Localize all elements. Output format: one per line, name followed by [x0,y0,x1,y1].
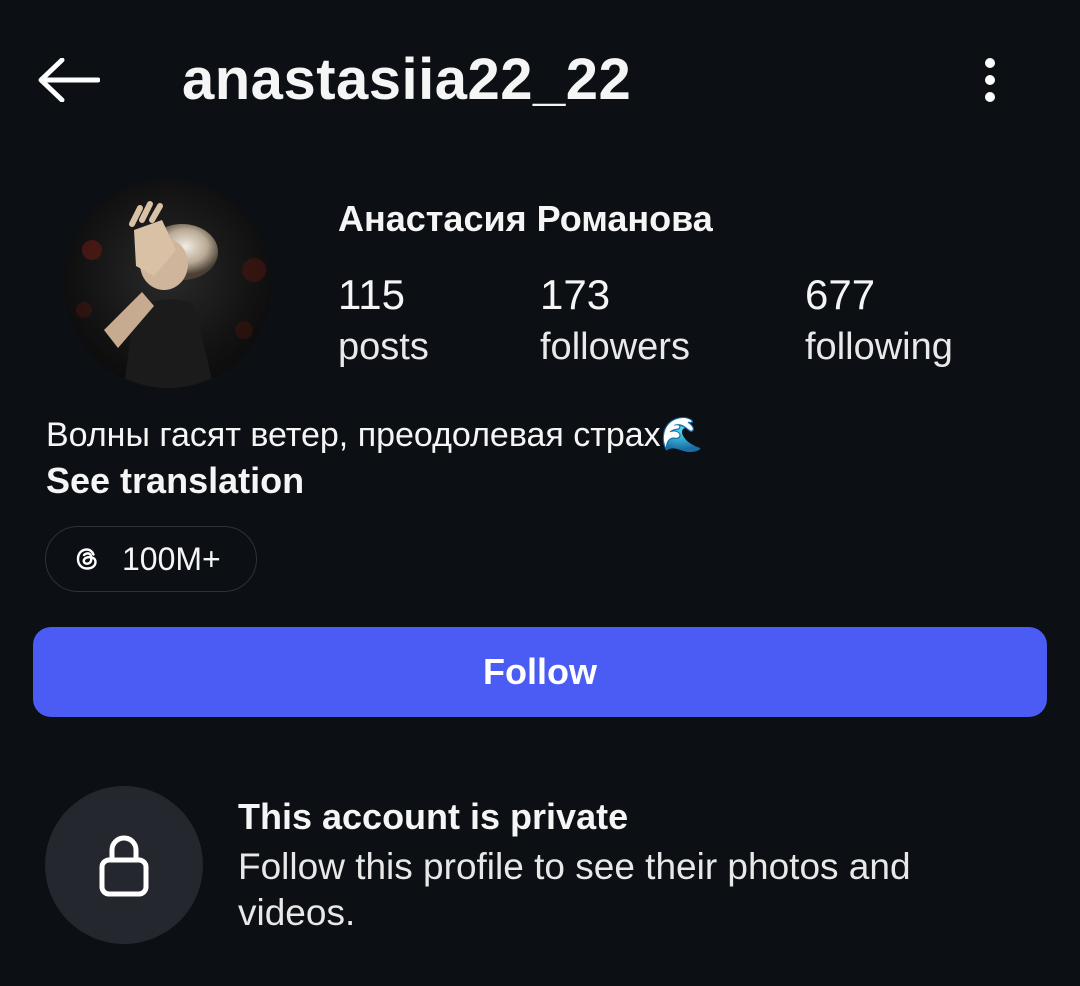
see-translation-link[interactable]: See translation [46,458,304,504]
stat-label: following [805,326,953,368]
profile-photo [64,180,272,388]
stat-count: 115 [338,271,405,318]
profile-display-name: Анастасия Романова [338,198,713,239]
stat-count: 677 [805,271,876,318]
stat-posts[interactable]: 115 posts [338,270,429,374]
arrow-left-icon [38,58,100,102]
threads-icon [72,544,102,574]
stat-count: 173 [540,271,611,318]
stat-label: posts [338,326,429,368]
back-button[interactable] [30,48,106,112]
threads-badge[interactable]: 100M+ [45,526,257,592]
profile-bio: Волны гасят ветер, преодолевая страх🌊 [46,416,704,454]
profile-username: anastasiia22_22 [182,47,632,112]
stat-followers[interactable]: 173 followers [540,270,690,374]
profile-avatar[interactable] [64,180,272,388]
private-account-description: Follow this profile to see their photos … [238,846,911,933]
top-bar: anastasiia22_22 [0,0,1080,165]
private-account-title: This account is private [238,796,629,837]
stat-label: followers [540,326,690,368]
more-vertical-icon [985,58,995,102]
more-options-button[interactable] [960,50,1020,110]
stat-following[interactable]: 677 following [805,270,953,374]
follow-button[interactable]: Follow [33,627,1047,717]
lock-icon [99,835,149,897]
threads-follower-count: 100M+ [122,541,221,577]
lock-badge [45,786,203,944]
